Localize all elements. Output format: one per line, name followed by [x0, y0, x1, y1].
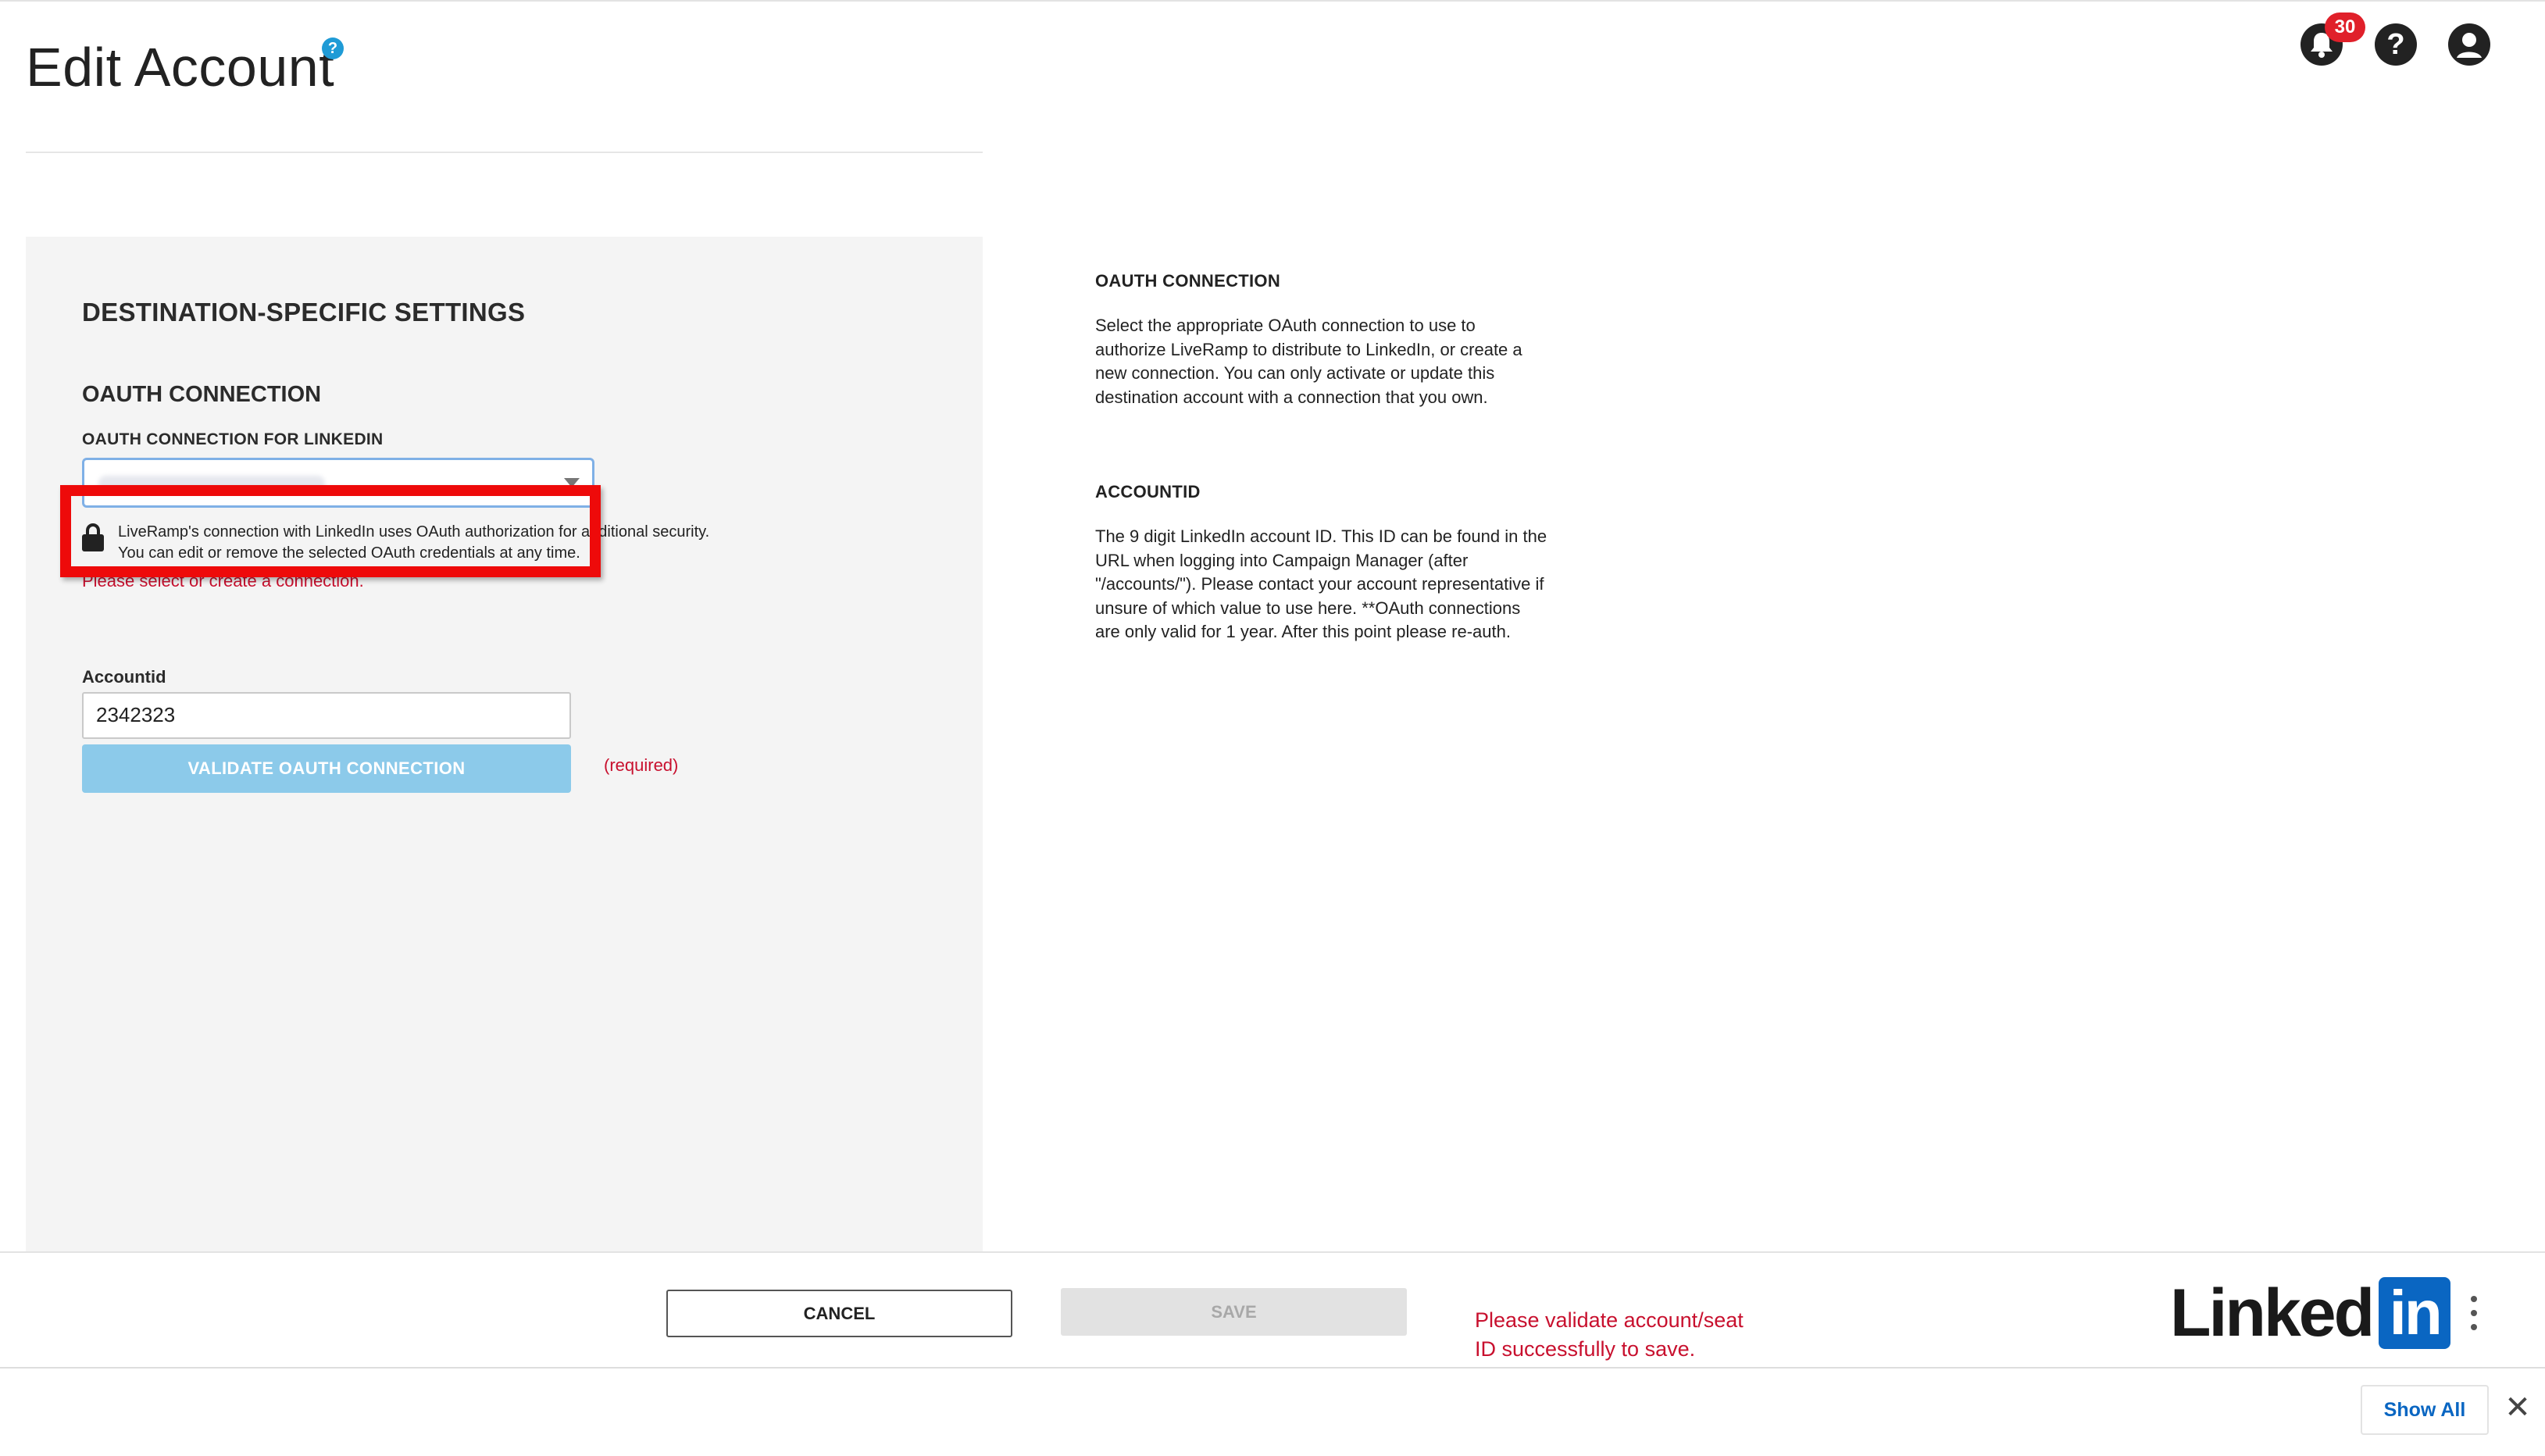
save-button[interactable]: SAVE	[1061, 1288, 1407, 1336]
show-all-button[interactable]: Show All	[2361, 1385, 2489, 1435]
close-icon[interactable]: ✕	[2504, 1392, 2531, 1423]
action-footer: CANCEL SAVE Please validate account/seat…	[0, 1251, 2545, 1369]
cancel-button[interactable]: CANCEL	[666, 1290, 1012, 1337]
required-text: (required)	[604, 755, 679, 775]
account-avatar-icon[interactable]	[2448, 23, 2490, 66]
linkedin-logo-box: in	[2379, 1277, 2451, 1349]
help-circle-icon[interactable]: ?	[322, 37, 344, 59]
help-oauth-text: Select the appropriate OAuth connection …	[1095, 316, 1522, 407]
oauth-connection-label: OAUTH CONNECTION FOR LINKEDIN	[82, 430, 384, 448]
validate-oauth-button[interactable]: VALIDATE OAUTH CONNECTION	[82, 744, 571, 793]
notification-count-badge: 30	[2325, 12, 2365, 42]
top-border	[0, 0, 2545, 2]
user-icon	[2457, 33, 2482, 58]
highlight-annotation-box	[60, 485, 601, 577]
more-options-icon[interactable]	[2468, 1296, 2479, 1330]
help-oauth-heading: OAUTH CONNECTION	[1095, 271, 1281, 291]
save-error-message: Please validate account/seat ID successf…	[1475, 1308, 1744, 1361]
linkedin-logo: Linked in	[2170, 1275, 2451, 1351]
help-account-text: The 9 digit LinkedIn account ID. This ID…	[1095, 526, 1547, 641]
account-id-input[interactable]: 2342323	[82, 692, 571, 739]
destination-settings-panel: DESTINATION-SPECIFIC SETTINGS OAUTH CONN…	[26, 237, 983, 1254]
help-icon[interactable]: ?	[2375, 23, 2417, 66]
help-account-heading: ACCOUNTID	[1095, 482, 1201, 501]
page-title: Edit Account	[26, 37, 335, 98]
title-divider	[26, 152, 983, 153]
oauth-section-title: OAUTH CONNECTION	[82, 382, 322, 407]
account-id-label: Accountid	[82, 667, 166, 687]
linkedin-logo-text: Linked	[2170, 1275, 2375, 1351]
section-title: DESTINATION-SPECIFIC SETTINGS	[82, 298, 526, 327]
